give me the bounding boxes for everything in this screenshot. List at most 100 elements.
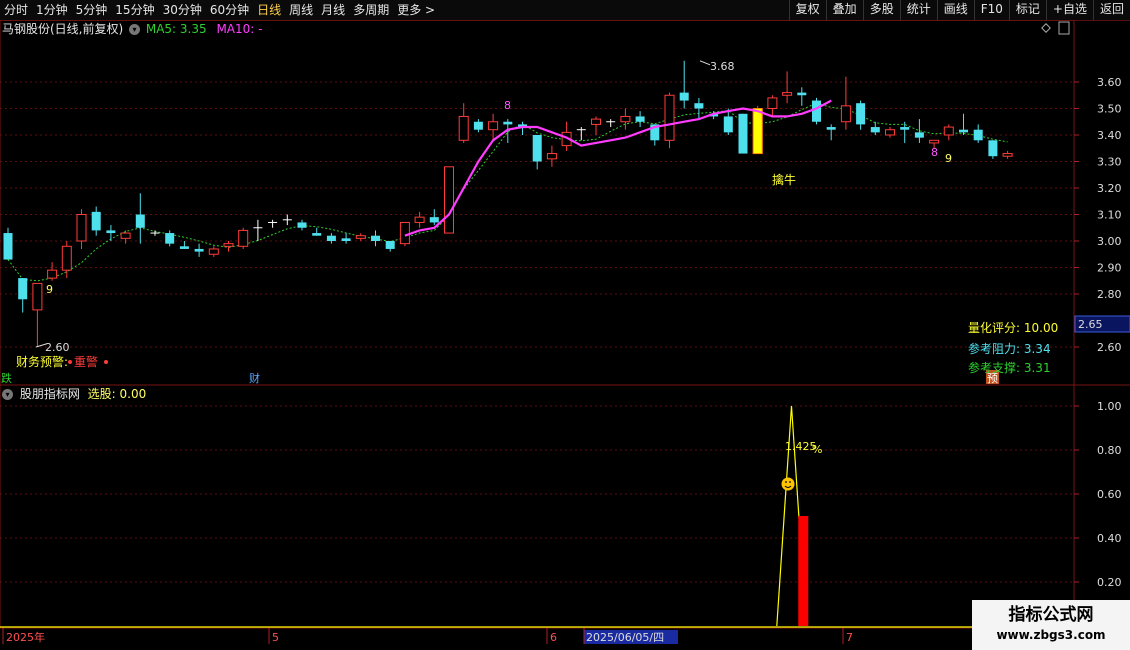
candle-body [812, 100, 821, 122]
main-header: 马钢股份(日线,前复权) ▾ MA5: 3.35 MA10: - [2, 21, 262, 37]
candle-body [179, 246, 189, 249]
sub-header: ▾ 股朋指标网 选股: 0.00 [2, 386, 146, 402]
candle-body [959, 129, 968, 133]
candle-body [120, 232, 131, 239]
support-label: 参考支撑: 3.31 [968, 361, 1051, 375]
y-tick-label: 3.50 [1097, 103, 1122, 116]
period-item-10[interactable]: 更多 > [393, 0, 439, 20]
period-item-9[interactable]: 多周期 [349, 0, 393, 20]
sub-peak-unit: % [812, 443, 822, 456]
y-tick-label: 2.80 [1097, 288, 1122, 301]
period-item-0[interactable]: 分时 [0, 0, 32, 20]
period-item-8[interactable]: 月线 [317, 0, 349, 20]
watermark-url: www.zbgs3.com [996, 628, 1106, 642]
watermark: 指标公式网 www.zbgs3.com [972, 600, 1130, 650]
candle-body [385, 241, 395, 249]
ma5-label: MA5: 3.35 [145, 22, 207, 36]
sub-y-tick-label: 1.00 [1097, 400, 1122, 413]
warning-dot-a [68, 360, 72, 364]
count-8-label: 8 [504, 99, 511, 112]
candle-body [458, 115, 469, 141]
candle-body [679, 92, 689, 101]
candle-body [532, 135, 542, 162]
candle-body [664, 94, 675, 141]
candle-body [694, 103, 704, 109]
toolbar-button-2[interactable]: 多股 [862, 0, 900, 20]
y-tick-label: 3.40 [1097, 129, 1122, 142]
xuangu-label: 选股: 0.00 [87, 387, 147, 401]
watermark-title: 指标公式网 [1008, 605, 1094, 625]
sub-bar [798, 516, 809, 626]
toolbar-button-1[interactable]: 叠加 [825, 0, 863, 20]
toolbar-button-0[interactable]: 复权 [788, 0, 826, 20]
sub-y-ticks: 0.20 0.40 0.60 0.80 1.00 [1074, 400, 1122, 589]
candle-body [32, 282, 43, 311]
sub-y-tick-label: 0.60 [1097, 488, 1122, 501]
sub-indicator [0, 405, 1074, 628]
candle-body [767, 97, 778, 110]
x-axis-labels: 2025年 5 6 2025/06/05/四 7 [2, 628, 853, 644]
candle-body [503, 121, 513, 125]
ma10-label: MA10: - [216, 22, 263, 36]
x-label: 6 [550, 631, 557, 644]
candle-body [208, 248, 219, 255]
candle-body [473, 121, 483, 130]
period-bar: 分时 1分钟 5分钟 15分钟 30分钟 60分钟 日线 周线 月线 多周期 更多 > [0, 0, 439, 20]
current-price-tag: 2.65 [1078, 318, 1103, 331]
diamond-icon[interactable] [1041, 23, 1051, 33]
candle-body [826, 127, 836, 130]
stock-chart[interactable]: 2.60 2.80 2.90 3.00 3.10 3.20 3.30 3.40 3.50 3.60… [0, 20, 1130, 650]
candle-body [414, 216, 425, 223]
candle-body [135, 214, 145, 228]
period-item-3[interactable]: 15分钟 [111, 0, 158, 20]
warning-dot-b [104, 360, 108, 364]
toolbar-button-6[interactable]: 标记 [1008, 0, 1046, 20]
y-tick-label: 3.10 [1097, 209, 1122, 222]
period-item-1[interactable]: 1分钟 [32, 0, 72, 20]
period-item-2[interactable]: 5分钟 [72, 0, 112, 20]
smiley-icon [781, 477, 795, 491]
x-label: 5 [272, 631, 279, 644]
x-label: 7 [846, 631, 853, 644]
candle-body [194, 248, 204, 252]
sub-grid [0, 405, 1074, 583]
x-label: 2025/06/05/四 [586, 631, 664, 644]
candle-body [47, 269, 58, 279]
period-item-7[interactable]: 周线 [285, 0, 317, 20]
x-label: 2025年 [6, 630, 45, 644]
candle-body [900, 127, 910, 130]
action-bar: 复权 叠加 多股 统计 画线 F10 标记 +自选 返回 [788, 0, 1130, 20]
y-tick-label: 2.90 [1097, 262, 1122, 275]
maximize-icon[interactable] [1058, 21, 1070, 35]
period-item-6[interactable]: 日线 [253, 0, 285, 20]
candle-body [326, 235, 336, 241]
chart-frame [0, 20, 1075, 629]
chevron-down-icon[interactable]: ▾ [129, 24, 141, 35]
toolbar-button-7[interactable]: +自选 [1045, 0, 1093, 20]
y-tick-label: 3.20 [1097, 182, 1122, 195]
sub-title: 股朋指标网 [19, 387, 80, 401]
candle-body [738, 113, 748, 154]
candle-body [371, 235, 380, 241]
candle-body [18, 278, 28, 300]
ma5-line [404, 99, 832, 237]
candle-body [546, 153, 557, 160]
toolbar-button-3[interactable]: 统计 [899, 0, 937, 20]
chevron-down-icon[interactable]: ▾ [2, 389, 13, 400]
toolbar: 分时 1分钟 5分钟 15分钟 30分钟 60分钟 日线 周线 月线 多周期 更多 > 复权 叠加 多股… [0, 0, 1130, 21]
candle-body [355, 235, 366, 239]
period-item-5[interactable]: 60分钟 [206, 0, 253, 20]
candle-body [973, 129, 983, 141]
cai-marker: 财 [249, 371, 260, 385]
toolbar-button-4[interactable]: 画线 [936, 0, 974, 20]
candle-body [870, 127, 880, 133]
candle-body [223, 243, 234, 247]
count-9-label: 9 [46, 283, 53, 296]
period-item-4[interactable]: 30分钟 [159, 0, 206, 20]
candle-body [723, 116, 733, 133]
toolbar-button-8[interactable]: 返回 [1092, 0, 1130, 20]
toolbar-button-5[interactable]: F10 [973, 0, 1009, 20]
candle-body [238, 229, 249, 247]
y-tick-label: 3.30 [1097, 156, 1122, 169]
signal-label: 擒牛 [772, 172, 796, 187]
